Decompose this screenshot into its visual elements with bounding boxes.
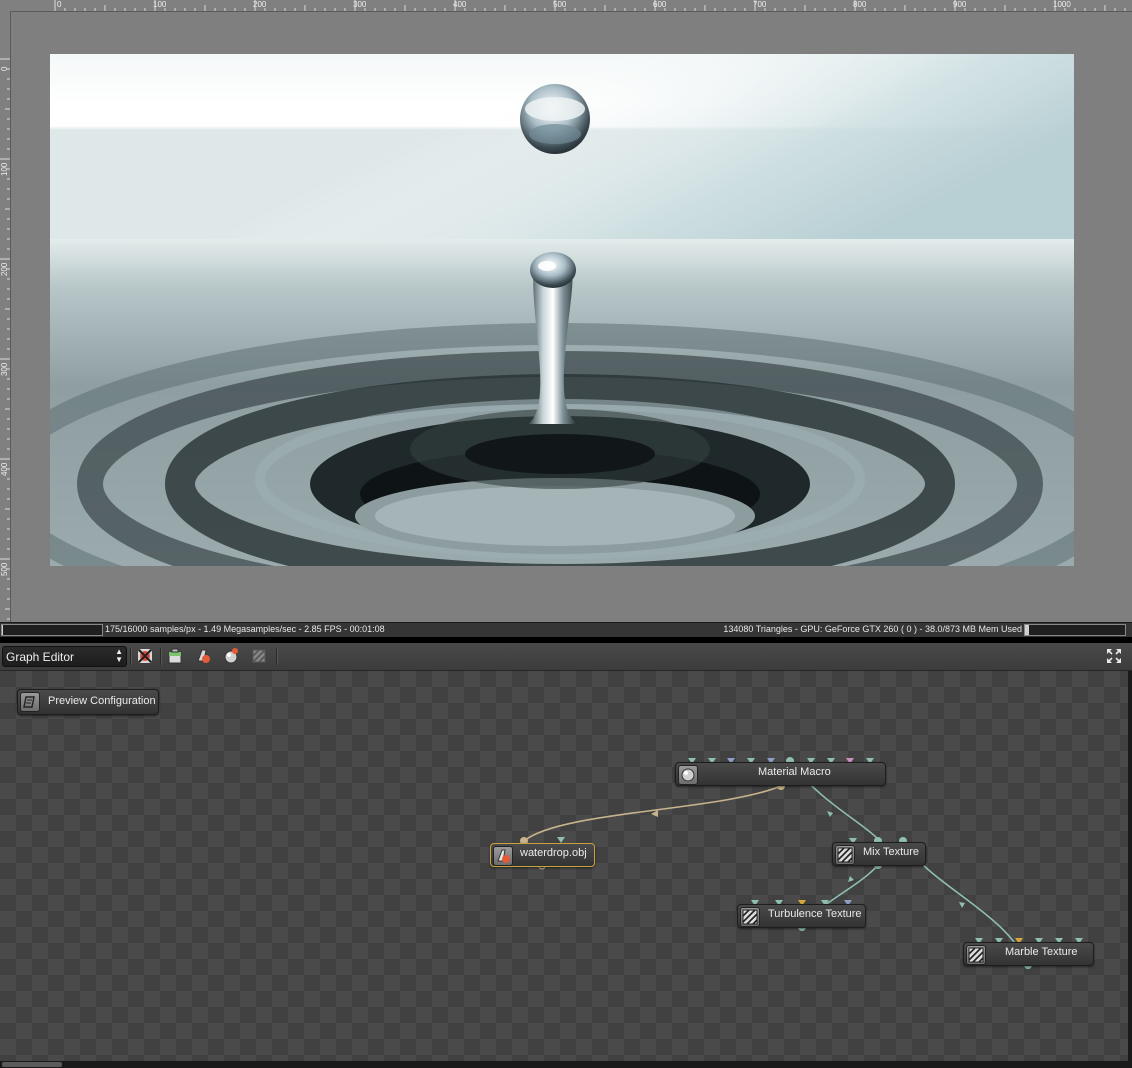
node-label: Marble Texture	[1005, 946, 1078, 958]
render-viewport[interactable]: 0 100 200 300 400 500 600 700 800 900 10…	[0, 0, 1132, 622]
ruler-label: 300	[0, 362, 9, 376]
updown-arrows-icon: ▲ ▼	[115, 647, 123, 664]
panel-border	[1128, 671, 1132, 1068]
water-drop-render	[50, 54, 1074, 566]
render-progress-bar	[1, 624, 103, 636]
vertical-ruler: 0 100 200 300 400 500	[0, 11, 11, 622]
texture-icon	[835, 845, 855, 865]
add-object-icon[interactable]	[194, 647, 212, 665]
editor-type-label: Graph Editor	[6, 650, 75, 664]
toolbar-separator	[160, 648, 162, 665]
horizontal-scrollbar[interactable]	[2, 1062, 62, 1067]
marble-texture-node[interactable]: Marble Texture	[963, 942, 1094, 966]
toolbar-separator	[130, 648, 132, 665]
maximize-icon[interactable]	[1106, 648, 1122, 664]
graph-editor-header: Graph Editor ▲ ▼	[0, 643, 1132, 671]
material-sphere-icon	[678, 765, 698, 785]
preview-configuration-node[interactable]: Preview Configuration	[17, 689, 159, 715]
add-scene-icon[interactable]	[166, 647, 184, 665]
scene-stats-text: 134080 Triangles - GPU: GeForce GTX 260 …	[723, 624, 1022, 634]
node-label: Turbulence Texture	[768, 908, 862, 920]
ruler-label: 500	[0, 562, 9, 576]
node-label: Material Macro	[758, 766, 831, 778]
ruler-ticks-left: 0 100 200 300 400 500	[0, 58, 10, 620]
texture-icon	[966, 945, 986, 965]
object-icon	[493, 846, 513, 866]
rendered-image	[50, 54, 1074, 566]
ruler-corner	[0, 0, 10, 11]
ruler-ticks	[54, 0, 1126, 11]
node-label: waterdrop.obj	[520, 847, 587, 859]
preview-config-icon	[20, 692, 40, 712]
delete-nodes-icon[interactable]	[136, 647, 154, 665]
toolbar-separator	[276, 648, 278, 665]
add-material-icon[interactable]	[222, 647, 240, 665]
add-texture-icon[interactable]	[250, 647, 268, 665]
render-progress-fill	[2, 625, 4, 635]
node-graph-canvas[interactable]: Preview Configuration Material Macro wat…	[0, 671, 1128, 1061]
waterdrop-object-node[interactable]: waterdrop.obj	[490, 843, 595, 867]
ruler-label: 400	[0, 462, 9, 476]
render-stats-text: 175/16000 samples/px - 1.49 Megasamples/…	[105, 624, 385, 634]
ruler-label: 200	[0, 262, 9, 276]
panel-border	[0, 1061, 1132, 1068]
node-label: Preview Configuration	[48, 695, 156, 707]
render-status-bar: 175/16000 samples/px - 1.49 Megasamples/…	[0, 622, 1132, 637]
ruler-label: 100	[0, 162, 9, 176]
material-macro-node[interactable]: Material Macro	[675, 762, 886, 786]
memory-usage-fill	[1025, 625, 1030, 635]
horizontal-ruler: 0 100 200 300 400 500 600 700 800 900 10…	[0, 0, 1132, 12]
mix-texture-node[interactable]: Mix Texture	[832, 842, 926, 866]
memory-usage-bar	[1024, 624, 1126, 636]
texture-icon	[740, 907, 760, 927]
node-label: Mix Texture	[863, 846, 920, 858]
editor-type-select[interactable]: Graph Editor ▲ ▼	[2, 646, 127, 667]
turbulence-texture-node[interactable]: Turbulence Texture	[737, 904, 866, 928]
ruler-label: 0	[0, 66, 9, 71]
